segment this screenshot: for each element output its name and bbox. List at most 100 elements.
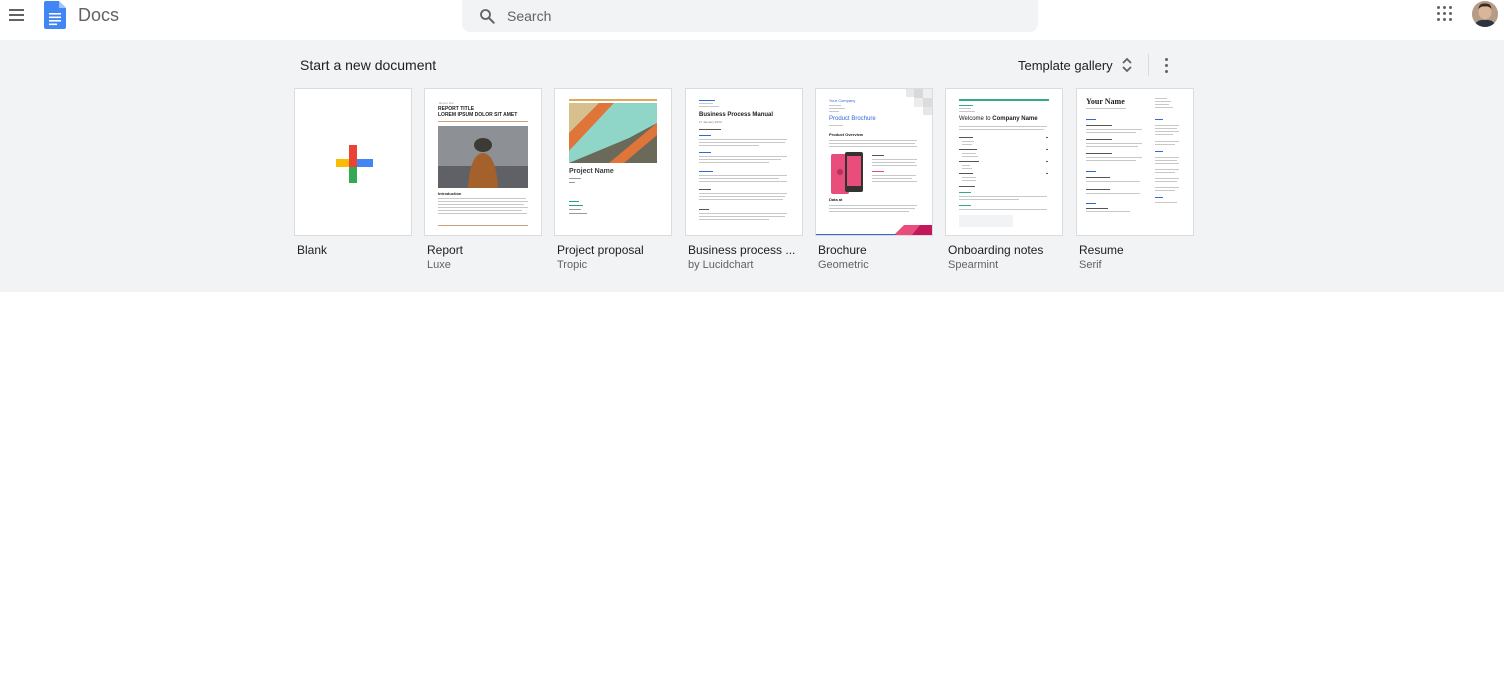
text-line xyxy=(959,196,1047,197)
text-line xyxy=(1155,172,1175,173)
text-line xyxy=(1086,203,1096,204)
text-line xyxy=(872,162,915,163)
text-line xyxy=(1086,139,1112,140)
text-line xyxy=(699,213,787,214)
apps-grid-icon[interactable] xyxy=(1437,6,1453,22)
preview-title: Welcome to Company Name xyxy=(959,116,1038,122)
text-line xyxy=(959,161,979,162)
text-line xyxy=(438,201,528,202)
text-line xyxy=(1086,181,1140,182)
text-line xyxy=(959,186,975,187)
text-line xyxy=(959,199,1019,200)
text-line xyxy=(872,178,912,179)
template-name: Brochure xyxy=(818,243,867,257)
text-line xyxy=(872,171,884,172)
text-line xyxy=(829,108,845,109)
template-name: Report xyxy=(427,243,464,257)
template-thumbnail[interactable]: Project Name xyxy=(554,88,672,236)
text-line xyxy=(699,219,769,220)
text-line xyxy=(962,141,974,142)
text-line xyxy=(699,129,721,130)
text-line xyxy=(872,181,917,182)
preview-subtitle: LOREM IPSUM DOLOR SIT AMET xyxy=(438,112,518,118)
text-line xyxy=(438,210,522,211)
text-line xyxy=(959,137,973,138)
docs-logo-icon[interactable] xyxy=(44,1,66,29)
text-line xyxy=(699,175,787,176)
preview-kicker: Report title xyxy=(439,101,454,105)
app-name[interactable]: Docs xyxy=(78,5,119,26)
text-line xyxy=(959,111,975,112)
template-name: Blank xyxy=(297,243,328,257)
text-line xyxy=(699,159,781,160)
text-line xyxy=(699,196,785,197)
text-line xyxy=(699,178,779,179)
template-name: Resume xyxy=(1079,243,1124,257)
text-line xyxy=(699,106,719,107)
text-line xyxy=(699,199,783,200)
search-input[interactable] xyxy=(507,0,1007,32)
template-thumbnail[interactable]: Your Company Product Brochure Product Ov… xyxy=(815,88,933,236)
text-line xyxy=(699,135,711,136)
text-line xyxy=(1086,125,1112,126)
text-line xyxy=(569,213,587,214)
text-line xyxy=(569,182,575,183)
avatar[interactable] xyxy=(1472,1,1498,27)
preview-rule xyxy=(438,121,528,122)
text-line xyxy=(699,103,713,104)
preview-title: Business Process Manual xyxy=(699,112,774,118)
text-line xyxy=(1155,190,1175,191)
template-thumbnail[interactable]: Your Name xyxy=(1076,88,1194,236)
search-icon[interactable] xyxy=(478,7,496,25)
text-line xyxy=(699,162,769,163)
text-line xyxy=(1155,187,1179,188)
text-line xyxy=(438,207,528,208)
text-line xyxy=(962,144,972,145)
template-gallery-button[interactable]: Template gallery xyxy=(1018,54,1133,76)
text-line xyxy=(1155,128,1177,129)
template-thumbnail[interactable]: Welcome to Company Name xyxy=(945,88,1063,236)
text-line xyxy=(962,180,976,181)
text-line xyxy=(1155,181,1177,182)
preview-title: Project Name xyxy=(569,168,614,175)
text-line xyxy=(699,100,715,101)
more-vert-icon[interactable] xyxy=(1158,54,1174,76)
text-line xyxy=(872,165,917,166)
text-line xyxy=(1155,202,1177,203)
text-line xyxy=(1086,153,1112,154)
template-thumbnail[interactable]: Report title REPORT TITLE LOREM IPSUM DO… xyxy=(424,88,542,236)
search-bar[interactable] xyxy=(462,0,1038,32)
text-line xyxy=(959,149,977,150)
text-line xyxy=(1155,151,1163,152)
template-thumbnail[interactable] xyxy=(294,88,412,236)
text-line xyxy=(569,205,583,206)
preview-company: Company Name xyxy=(992,116,1038,122)
text-line xyxy=(699,189,711,190)
text-line xyxy=(1046,173,1048,174)
text-line xyxy=(1155,141,1179,142)
template-subtitle: Serif xyxy=(1079,259,1102,271)
template-thumbnail[interactable]: Business Process Manual 17 January 20XX xyxy=(685,88,803,236)
text-line xyxy=(1155,178,1179,179)
text-line xyxy=(959,205,971,206)
template-subtitle: by Lucidchart xyxy=(688,259,754,271)
text-line xyxy=(1155,169,1179,170)
text-line xyxy=(1155,157,1179,158)
text-line xyxy=(1046,161,1048,162)
text-line xyxy=(962,177,976,178)
preview-footer-graphic xyxy=(816,225,932,235)
text-line xyxy=(1155,125,1179,126)
text-line xyxy=(959,173,973,174)
text-line xyxy=(1086,171,1096,172)
text-line xyxy=(872,175,916,176)
preview-phone-image xyxy=(831,152,863,194)
menu-icon[interactable] xyxy=(6,4,28,26)
template-subtitle: Geometric xyxy=(818,259,869,271)
preview-rule xyxy=(438,225,528,226)
text-line xyxy=(1086,189,1110,190)
template-subtitle: Spearmint xyxy=(948,259,999,271)
text-line xyxy=(1155,119,1163,120)
preview-rule xyxy=(959,99,1049,101)
preview-photo xyxy=(438,126,528,188)
text-line xyxy=(699,209,709,210)
